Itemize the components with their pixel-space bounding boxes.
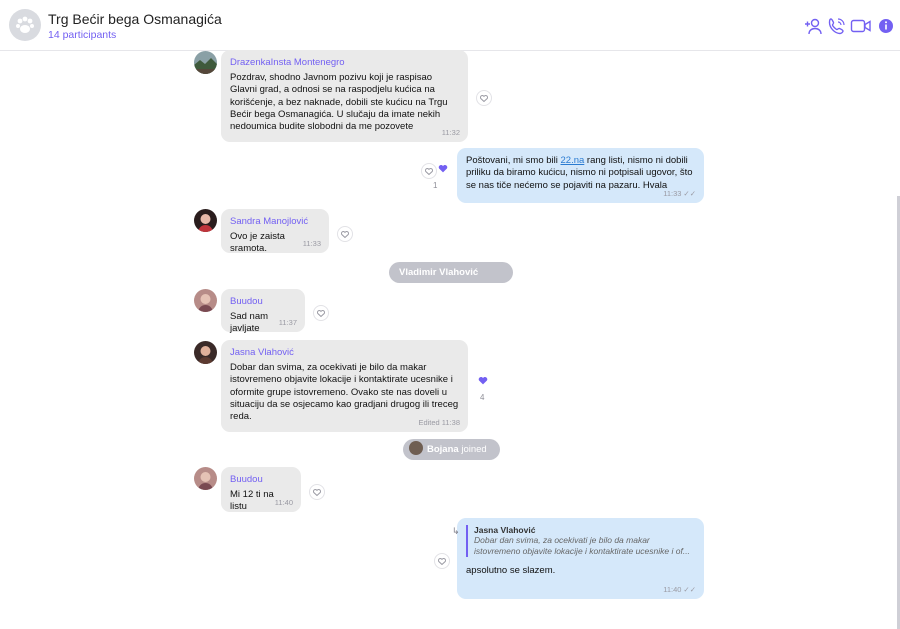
message-bubble[interactable]: Sandra Manojlović Ovo je zaista sramota.… xyxy=(221,209,329,254)
call-icon[interactable] xyxy=(826,15,848,37)
system-notice: Vladimir Vlahović joined xyxy=(389,262,513,299)
system-notice: Bojana joined xyxy=(403,439,500,460)
like-icon[interactable] xyxy=(313,305,329,321)
participants-count[interactable]: 14 participants xyxy=(48,29,116,41)
group-avatar[interactable] xyxy=(9,9,41,41)
video-icon[interactable] xyxy=(850,15,872,37)
message-bubble[interactable]: Buudou Sad nam javljate 11:37 xyxy=(221,289,305,334)
like-icon[interactable] xyxy=(434,553,450,569)
message-text: Poštovani, mi smo bili 22.na rang listi,… xyxy=(466,155,695,192)
system-user-name[interactable]: Bojana xyxy=(427,444,459,455)
paw-icon xyxy=(16,16,34,33)
sender-name[interactable]: Buudou xyxy=(230,474,292,485)
message-bubble[interactable]: Buudou Mi 12 ti na listu 11:40 xyxy=(221,467,301,512)
add-participant-icon[interactable] xyxy=(803,15,825,37)
sender-name[interactable]: Buudou xyxy=(230,296,296,307)
message-text-part: Poštovani, mi smo bili xyxy=(466,155,561,166)
message-bubble[interactable]: DrazenkaInsta Montenegro Pozdrav, shodno… xyxy=(221,50,468,142)
sender-name[interactable]: Sandra Manojlović xyxy=(230,216,320,227)
message-time: 11:40 xyxy=(274,498,293,507)
message-time-value: 11:33 xyxy=(663,189,682,198)
system-action: joined xyxy=(461,444,487,455)
message-text: Pozdrav, shodno Javnom pozivu koji je ra… xyxy=(230,72,448,133)
quote-text: Dobar dan svima, za ocekivati je bilo da… xyxy=(474,535,690,556)
avatar[interactable] xyxy=(194,51,217,74)
reply-arrow-icon: ↳ xyxy=(452,526,460,536)
like-count: 1 xyxy=(433,181,438,190)
liked-heart-icon[interactable] xyxy=(436,161,450,175)
info-icon[interactable] xyxy=(877,15,899,37)
message-time: 11:37 xyxy=(278,318,297,327)
avatar[interactable] xyxy=(194,341,217,364)
message-time: 11:32 xyxy=(441,128,460,137)
message-bubble[interactable]: Jasna Vlahović Dobar dan svima, za oceki… xyxy=(221,340,468,432)
avatar[interactable] xyxy=(194,289,217,312)
message-time-value: 11:40 xyxy=(663,585,682,594)
sender-name[interactable]: DrazenkaInsta Montenegro xyxy=(230,57,459,68)
like-icon[interactable] xyxy=(476,90,492,106)
message-text: apsolutno se slazem. xyxy=(466,565,556,576)
chat-header: Trg Bećir bega Osmanagića 14 participant… xyxy=(0,0,900,51)
like-count: 4 xyxy=(480,393,485,402)
message-time: Edited 11:38 xyxy=(418,418,460,427)
avatar[interactable] xyxy=(194,467,217,490)
like-icon[interactable] xyxy=(337,226,353,242)
system-user-name[interactable]: Vladimir Vlahović xyxy=(399,267,478,278)
system-action: joined xyxy=(399,288,425,299)
message-bubble[interactable]: ↳ Jasna Vlahović Dobar dan svima, za oce… xyxy=(452,518,704,599)
reply-quote[interactable]: ↳ Jasna Vlahović Dobar dan svima, za oce… xyxy=(452,525,695,557)
system-user-avatar[interactable] xyxy=(409,441,423,456)
avatar[interactable] xyxy=(194,209,217,232)
message-text: Dobar dan svima, za ocekivati je bilo da… xyxy=(230,362,459,423)
message-link[interactable]: 22.na xyxy=(561,155,585,166)
like-icon[interactable] xyxy=(309,484,325,500)
message-time: 11:33 xyxy=(302,239,321,248)
sender-name[interactable]: Jasna Vlahović xyxy=(230,347,459,358)
like-icon[interactable] xyxy=(421,163,437,179)
message-time: 11:40 ✓✓ xyxy=(663,585,696,594)
message-time: 11:33 ✓✓ xyxy=(663,189,696,198)
read-check-icon: ✓✓ xyxy=(683,189,696,198)
read-check-icon: ✓✓ xyxy=(683,585,696,594)
liked-heart-icon[interactable] xyxy=(476,373,490,387)
chat-title: Trg Bećir bega Osmanagića xyxy=(48,11,222,27)
message-bubble[interactable]: Poštovani, mi smo bili 22.na rang listi,… xyxy=(457,148,704,203)
quote-sender: Jasna Vlahović xyxy=(474,525,536,535)
